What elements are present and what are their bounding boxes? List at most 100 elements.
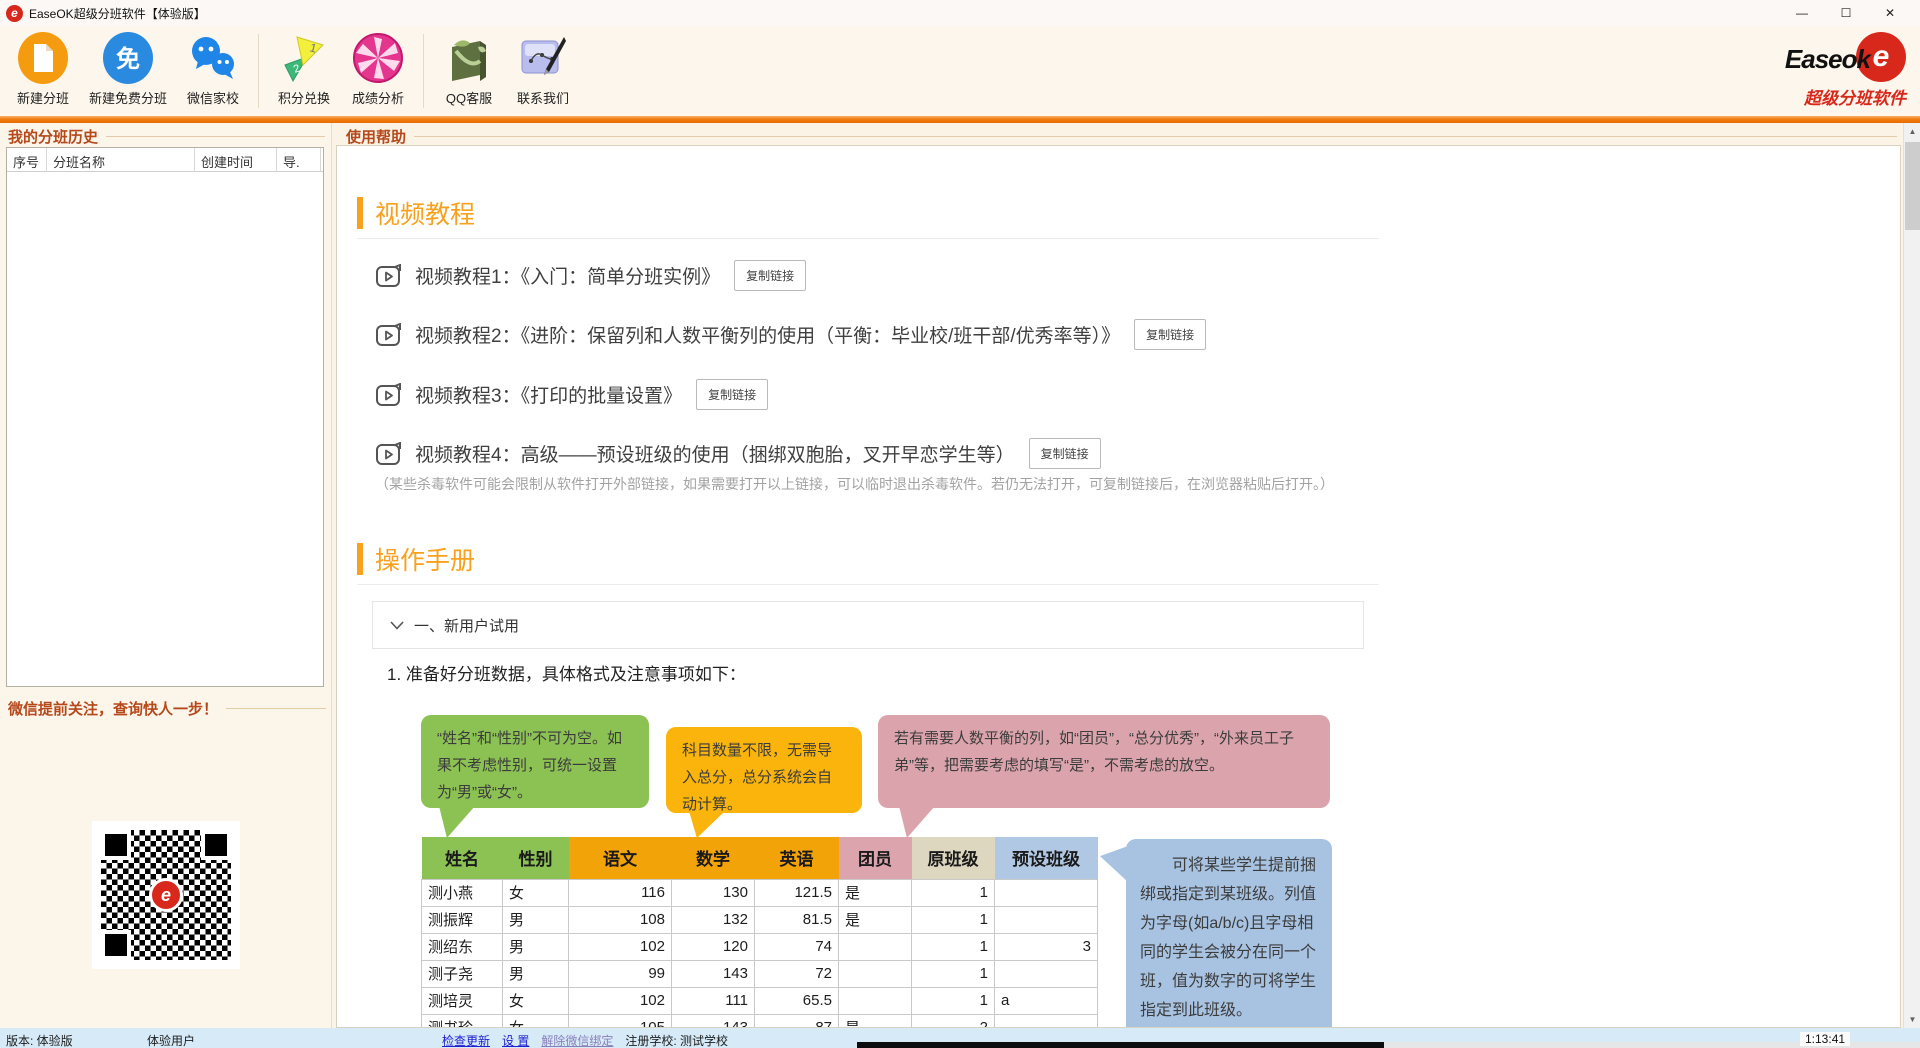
table-cell: 108 bbox=[569, 906, 672, 933]
copy-link-button[interactable]: 复制链接 bbox=[1134, 319, 1206, 350]
qq-support-icon bbox=[441, 30, 497, 86]
sample-column-header: 语文 bbox=[569, 837, 672, 879]
table-cell: 121.5 bbox=[755, 879, 839, 906]
table-cell: 测子尧 bbox=[422, 960, 503, 987]
points-exchange-icon: 21 bbox=[276, 30, 332, 86]
close-button[interactable]: ✕ bbox=[1868, 0, 1912, 26]
video-tutorial-item: 视频教程2：《进阶：保留列和人数平衡列的使用（平衡：毕业校/班干部/优秀率等）》… bbox=[375, 319, 1206, 350]
sample-column-header: 团员 bbox=[839, 837, 912, 879]
help-content: 视频教程 视频教程1：《入门：简单分班实例》 复制链接 视频教程2：《进阶：保留… bbox=[336, 145, 1901, 1028]
help-panel: 使用帮助 视频教程 视频教程1：《入门：简单分班实例》 复制链接 bbox=[332, 123, 1903, 1028]
scroll-down-icon[interactable]: ▼ bbox=[1904, 1011, 1920, 1028]
unbind-wechat-link[interactable]: 解除微信绑定 bbox=[541, 1032, 613, 1048]
maximize-button[interactable]: ☐ bbox=[1824, 0, 1868, 26]
data-format-diagram: “姓名”和“性别”不可为空。如果不考虑性别，可统一设置为“男”或“女”。 科目数… bbox=[337, 686, 1900, 1027]
sample-column-header: 预设班级 bbox=[995, 837, 1098, 879]
table-cell: 男 bbox=[503, 960, 569, 987]
copy-link-button[interactable]: 复制链接 bbox=[734, 260, 806, 291]
copy-link-button[interactable]: 复制链接 bbox=[1029, 438, 1101, 469]
history-column-header[interactable]: 序号 bbox=[7, 148, 47, 172]
wechat-tip-title: 微信提前关注，查询快人一步！ bbox=[0, 695, 332, 719]
table-cell: 1 bbox=[912, 906, 995, 933]
history-table[interactable]: 序号分班名称创建时间导. bbox=[6, 147, 324, 687]
video-section-heading: 视频教程 bbox=[357, 196, 475, 230]
accent-divider bbox=[0, 116, 1920, 123]
toolbar-divider bbox=[258, 34, 259, 108]
status-bar: 版本: 体验版 体验用户 检查更新 设 置 解除微信绑定 注册学校: 测试学校 … bbox=[0, 1028, 1920, 1048]
table-cell bbox=[839, 960, 912, 987]
contact-us-icon bbox=[515, 30, 571, 86]
table-cell: 测绍东 bbox=[422, 933, 503, 960]
minimize-button[interactable]: — bbox=[1780, 0, 1824, 26]
toolbar-button-4[interactable]: 21 积分兑换 bbox=[267, 30, 341, 107]
table-cell: 81.5 bbox=[755, 906, 839, 933]
table-row: 测振辉男10813281.5是1 bbox=[422, 906, 1098, 933]
scroll-up-icon[interactable]: ▲ bbox=[1904, 123, 1920, 140]
table-cell bbox=[995, 1014, 1098, 1027]
toolbar-button-2[interactable]: 免 新建免费分班 bbox=[80, 30, 176, 107]
history-panel-title: 我的分班历史 bbox=[0, 123, 331, 147]
table-cell: 99 bbox=[569, 960, 672, 987]
video-play-icon bbox=[375, 264, 403, 288]
video-tutorial-label: 视频教程1：《入门：简单分班实例》 bbox=[415, 262, 720, 289]
table-cell: 132 bbox=[672, 906, 755, 933]
version-label: 版本: 体验版 bbox=[6, 1032, 73, 1048]
sample-column-header: 性别 bbox=[503, 837, 569, 879]
video-tutorial-label: 视频教程3：《打印的批量设置》 bbox=[415, 381, 682, 408]
table-cell bbox=[995, 879, 1098, 906]
sample-column-header: 英语 bbox=[755, 837, 839, 879]
accordion-new-user-trial[interactable]: 一、新用户试用 bbox=[372, 601, 1364, 649]
sample-column-header: 数学 bbox=[672, 837, 755, 879]
copy-link-button[interactable]: 复制链接 bbox=[696, 379, 768, 410]
background-timestamp: 1:13:41 bbox=[1800, 1032, 1850, 1046]
table-cell: 143 bbox=[672, 1014, 755, 1027]
table-cell: 女 bbox=[503, 879, 569, 906]
score-analysis-icon bbox=[350, 30, 406, 86]
table-cell: 3 bbox=[995, 933, 1098, 960]
video-tutorial-label: 视频教程2：《进阶：保留列和人数平衡列的使用（平衡：毕业校/班干部/优秀率等）》 bbox=[415, 321, 1120, 348]
table-cell: 74 bbox=[755, 933, 839, 960]
table-cell: 测小燕 bbox=[422, 879, 503, 906]
table-row: 测培灵女10211165.51a bbox=[422, 987, 1098, 1014]
brand-name: Easeok bbox=[1785, 44, 1870, 75]
scrollbar-thumb[interactable] bbox=[1905, 142, 1920, 230]
history-column-header[interactable]: 创建时间 bbox=[195, 148, 277, 172]
history-column-header[interactable]: 导. bbox=[277, 148, 321, 172]
settings-link[interactable]: 设 置 bbox=[502, 1032, 529, 1048]
table-cell: 1 bbox=[912, 960, 995, 987]
registered-school-label: 注册学校: 测试学校 bbox=[625, 1032, 728, 1048]
svg-text:免: 免 bbox=[116, 45, 140, 73]
window-title: EaseOK超级分班软件【体验版】 bbox=[29, 5, 206, 22]
toolbar-button-1[interactable]: 新建分班 bbox=[6, 30, 80, 107]
table-row: 测书珍女10514387是2 bbox=[422, 1014, 1098, 1027]
table-cell: 是 bbox=[839, 1014, 912, 1027]
callout-preset-class: 可将某些学生提前捆绑或指定到某班级。列值为字母(如a/b/c)且字母相同的学生会… bbox=[1126, 839, 1332, 1027]
history-column-header[interactable]: 分班名称 bbox=[47, 148, 195, 172]
toolbar-button-5[interactable]: 成绩分析 bbox=[341, 30, 415, 107]
callout-name-gender: “姓名”和“性别”不可为空。如果不考虑性别，可统一设置为“男”或“女”。 bbox=[421, 715, 649, 808]
table-cell: 116 bbox=[569, 879, 672, 906]
brand-logo: e Easeok 超级分班软件 bbox=[1756, 32, 1906, 109]
table-cell: 是 bbox=[839, 906, 912, 933]
table-cell: 143 bbox=[672, 960, 755, 987]
table-cell: 111 bbox=[672, 987, 755, 1014]
table-cell: 105 bbox=[569, 1014, 672, 1027]
table-cell: 女 bbox=[503, 1014, 569, 1027]
table-cell: 1 bbox=[912, 879, 995, 906]
help-panel-title: 使用帮助 bbox=[332, 123, 1903, 147]
callout-balance: 若有需要人数平衡的列，如“团员”，“总分优秀”，“外来员工子弟”等，把需要考虑的… bbox=[878, 715, 1330, 808]
toolbar-button-6[interactable]: QQ客服 bbox=[432, 30, 506, 107]
check-update-link[interactable]: 检查更新 bbox=[442, 1032, 490, 1048]
app-window: e EaseOK超级分班软件【体验版】 — ☐ ✕ 新建分班 免 新建免费分班 … bbox=[0, 0, 1920, 1048]
toolbar-button-3[interactable]: 微信家校 bbox=[176, 30, 250, 107]
table-cell: 65.5 bbox=[755, 987, 839, 1014]
table-cell: 130 bbox=[672, 879, 755, 906]
vertical-scrollbar[interactable]: ▲ ▼ bbox=[1903, 123, 1920, 1028]
table-cell bbox=[995, 960, 1098, 987]
table-cell: 测培灵 bbox=[422, 987, 503, 1014]
manual-section-heading: 操作手册 bbox=[357, 542, 475, 576]
table-row: 测子尧男99143721 bbox=[422, 960, 1098, 987]
video-play-icon bbox=[375, 323, 403, 347]
step1-text: 1. 准备好分班数据，具体格式及注意事项如下： bbox=[387, 660, 746, 685]
toolbar-button-7[interactable]: 联系我们 bbox=[506, 30, 580, 107]
